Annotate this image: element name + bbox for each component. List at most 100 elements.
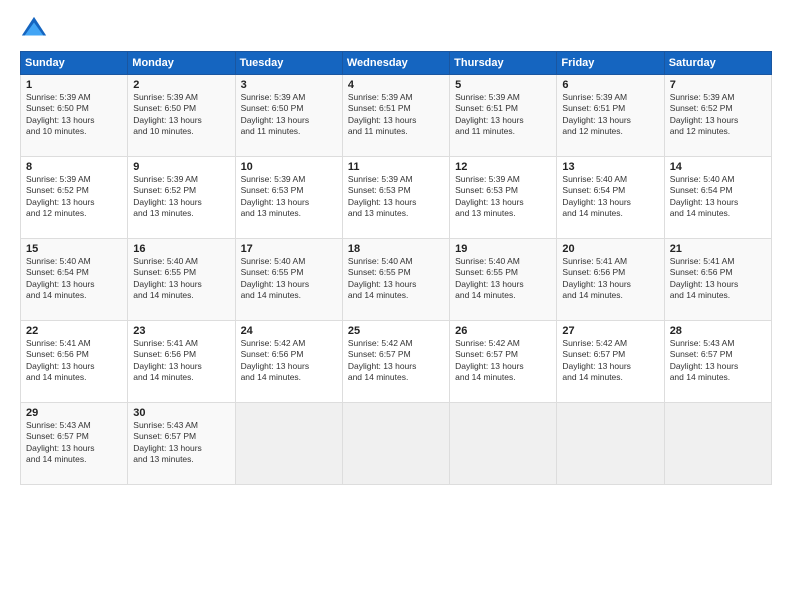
- calendar-week-row: 15Sunrise: 5:40 AMSunset: 6:54 PMDayligh…: [21, 239, 772, 321]
- day-info: Sunrise: 5:39 AMSunset: 6:51 PMDaylight:…: [348, 92, 444, 138]
- day-number: 29: [26, 407, 122, 419]
- calendar-cell: 9Sunrise: 5:39 AMSunset: 6:52 PMDaylight…: [128, 157, 235, 239]
- calendar-cell: 20Sunrise: 5:41 AMSunset: 6:56 PMDayligh…: [557, 239, 664, 321]
- calendar-week-row: 8Sunrise: 5:39 AMSunset: 6:52 PMDaylight…: [21, 157, 772, 239]
- calendar-cell: 14Sunrise: 5:40 AMSunset: 6:54 PMDayligh…: [664, 157, 771, 239]
- day-info: Sunrise: 5:39 AMSunset: 6:50 PMDaylight:…: [241, 92, 337, 138]
- day-number: 27: [562, 325, 658, 337]
- day-number: 16: [133, 243, 229, 255]
- page: SundayMondayTuesdayWednesdayThursdayFrid…: [0, 0, 792, 612]
- day-number: 15: [26, 243, 122, 255]
- calendar-week-row: 22Sunrise: 5:41 AMSunset: 6:56 PMDayligh…: [21, 321, 772, 403]
- day-number: 5: [455, 79, 551, 91]
- calendar-cell: [342, 403, 449, 485]
- weekday-header-saturday: Saturday: [664, 52, 771, 75]
- logo: [20, 15, 52, 43]
- day-number: 20: [562, 243, 658, 255]
- day-number: 18: [348, 243, 444, 255]
- day-info: Sunrise: 5:39 AMSunset: 6:51 PMDaylight:…: [562, 92, 658, 138]
- weekday-header-wednesday: Wednesday: [342, 52, 449, 75]
- day-info: Sunrise: 5:40 AMSunset: 6:54 PMDaylight:…: [562, 174, 658, 220]
- calendar-cell: 25Sunrise: 5:42 AMSunset: 6:57 PMDayligh…: [342, 321, 449, 403]
- day-info: Sunrise: 5:39 AMSunset: 6:52 PMDaylight:…: [26, 174, 122, 220]
- day-info: Sunrise: 5:42 AMSunset: 6:57 PMDaylight:…: [562, 338, 658, 384]
- day-info: Sunrise: 5:39 AMSunset: 6:53 PMDaylight:…: [455, 174, 551, 220]
- calendar-cell: 19Sunrise: 5:40 AMSunset: 6:55 PMDayligh…: [450, 239, 557, 321]
- day-info: Sunrise: 5:40 AMSunset: 6:55 PMDaylight:…: [241, 256, 337, 302]
- day-info: Sunrise: 5:42 AMSunset: 6:56 PMDaylight:…: [241, 338, 337, 384]
- day-info: Sunrise: 5:39 AMSunset: 6:52 PMDaylight:…: [670, 92, 766, 138]
- calendar-cell: 29Sunrise: 5:43 AMSunset: 6:57 PMDayligh…: [21, 403, 128, 485]
- day-number: 7: [670, 79, 766, 91]
- calendar-table: SundayMondayTuesdayWednesdayThursdayFrid…: [20, 51, 772, 485]
- weekday-header-friday: Friday: [557, 52, 664, 75]
- calendar-cell: [450, 403, 557, 485]
- weekday-header-row: SundayMondayTuesdayWednesdayThursdayFrid…: [21, 52, 772, 75]
- day-number: 21: [670, 243, 766, 255]
- day-info: Sunrise: 5:43 AMSunset: 6:57 PMDaylight:…: [670, 338, 766, 384]
- day-info: Sunrise: 5:39 AMSunset: 6:51 PMDaylight:…: [455, 92, 551, 138]
- weekday-header-sunday: Sunday: [21, 52, 128, 75]
- day-number: 14: [670, 161, 766, 173]
- day-info: Sunrise: 5:40 AMSunset: 6:55 PMDaylight:…: [455, 256, 551, 302]
- day-info: Sunrise: 5:40 AMSunset: 6:55 PMDaylight:…: [133, 256, 229, 302]
- calendar-cell: 18Sunrise: 5:40 AMSunset: 6:55 PMDayligh…: [342, 239, 449, 321]
- weekday-header-tuesday: Tuesday: [235, 52, 342, 75]
- calendar-cell: 15Sunrise: 5:40 AMSunset: 6:54 PMDayligh…: [21, 239, 128, 321]
- day-info: Sunrise: 5:39 AMSunset: 6:53 PMDaylight:…: [241, 174, 337, 220]
- day-number: 6: [562, 79, 658, 91]
- day-number: 10: [241, 161, 337, 173]
- day-number: 11: [348, 161, 444, 173]
- day-number: 4: [348, 79, 444, 91]
- calendar-cell: [557, 403, 664, 485]
- day-number: 19: [455, 243, 551, 255]
- calendar-week-row: 1Sunrise: 5:39 AMSunset: 6:50 PMDaylight…: [21, 75, 772, 157]
- calendar-cell: 23Sunrise: 5:41 AMSunset: 6:56 PMDayligh…: [128, 321, 235, 403]
- calendar-cell: 12Sunrise: 5:39 AMSunset: 6:53 PMDayligh…: [450, 157, 557, 239]
- calendar-cell: 11Sunrise: 5:39 AMSunset: 6:53 PMDayligh…: [342, 157, 449, 239]
- calendar-cell: [664, 403, 771, 485]
- day-number: 25: [348, 325, 444, 337]
- calendar-cell: 21Sunrise: 5:41 AMSunset: 6:56 PMDayligh…: [664, 239, 771, 321]
- calendar-cell: 4Sunrise: 5:39 AMSunset: 6:51 PMDaylight…: [342, 75, 449, 157]
- day-number: 13: [562, 161, 658, 173]
- day-number: 8: [26, 161, 122, 173]
- calendar-cell: 16Sunrise: 5:40 AMSunset: 6:55 PMDayligh…: [128, 239, 235, 321]
- calendar-cell: 28Sunrise: 5:43 AMSunset: 6:57 PMDayligh…: [664, 321, 771, 403]
- day-info: Sunrise: 5:40 AMSunset: 6:54 PMDaylight:…: [26, 256, 122, 302]
- calendar-cell: 2Sunrise: 5:39 AMSunset: 6:50 PMDaylight…: [128, 75, 235, 157]
- day-info: Sunrise: 5:39 AMSunset: 6:50 PMDaylight:…: [133, 92, 229, 138]
- calendar-cell: 10Sunrise: 5:39 AMSunset: 6:53 PMDayligh…: [235, 157, 342, 239]
- day-number: 2: [133, 79, 229, 91]
- calendar-cell: 30Sunrise: 5:43 AMSunset: 6:57 PMDayligh…: [128, 403, 235, 485]
- day-info: Sunrise: 5:39 AMSunset: 6:53 PMDaylight:…: [348, 174, 444, 220]
- day-number: 17: [241, 243, 337, 255]
- weekday-header-monday: Monday: [128, 52, 235, 75]
- day-number: 30: [133, 407, 229, 419]
- day-number: 1: [26, 79, 122, 91]
- header: [20, 15, 772, 43]
- day-number: 28: [670, 325, 766, 337]
- calendar-cell: 1Sunrise: 5:39 AMSunset: 6:50 PMDaylight…: [21, 75, 128, 157]
- day-info: Sunrise: 5:41 AMSunset: 6:56 PMDaylight:…: [670, 256, 766, 302]
- day-info: Sunrise: 5:41 AMSunset: 6:56 PMDaylight:…: [133, 338, 229, 384]
- day-number: 23: [133, 325, 229, 337]
- calendar-week-row: 29Sunrise: 5:43 AMSunset: 6:57 PMDayligh…: [21, 403, 772, 485]
- calendar-cell: 24Sunrise: 5:42 AMSunset: 6:56 PMDayligh…: [235, 321, 342, 403]
- day-info: Sunrise: 5:39 AMSunset: 6:50 PMDaylight:…: [26, 92, 122, 138]
- calendar-cell: 27Sunrise: 5:42 AMSunset: 6:57 PMDayligh…: [557, 321, 664, 403]
- calendar-cell: 22Sunrise: 5:41 AMSunset: 6:56 PMDayligh…: [21, 321, 128, 403]
- weekday-header-thursday: Thursday: [450, 52, 557, 75]
- day-number: 12: [455, 161, 551, 173]
- day-info: Sunrise: 5:42 AMSunset: 6:57 PMDaylight:…: [455, 338, 551, 384]
- day-number: 22: [26, 325, 122, 337]
- day-info: Sunrise: 5:40 AMSunset: 6:54 PMDaylight:…: [670, 174, 766, 220]
- calendar-cell: [235, 403, 342, 485]
- calendar-cell: 5Sunrise: 5:39 AMSunset: 6:51 PMDaylight…: [450, 75, 557, 157]
- calendar-cell: 26Sunrise: 5:42 AMSunset: 6:57 PMDayligh…: [450, 321, 557, 403]
- calendar-cell: 7Sunrise: 5:39 AMSunset: 6:52 PMDaylight…: [664, 75, 771, 157]
- calendar-cell: 13Sunrise: 5:40 AMSunset: 6:54 PMDayligh…: [557, 157, 664, 239]
- day-info: Sunrise: 5:41 AMSunset: 6:56 PMDaylight:…: [26, 338, 122, 384]
- day-info: Sunrise: 5:39 AMSunset: 6:52 PMDaylight:…: [133, 174, 229, 220]
- day-number: 26: [455, 325, 551, 337]
